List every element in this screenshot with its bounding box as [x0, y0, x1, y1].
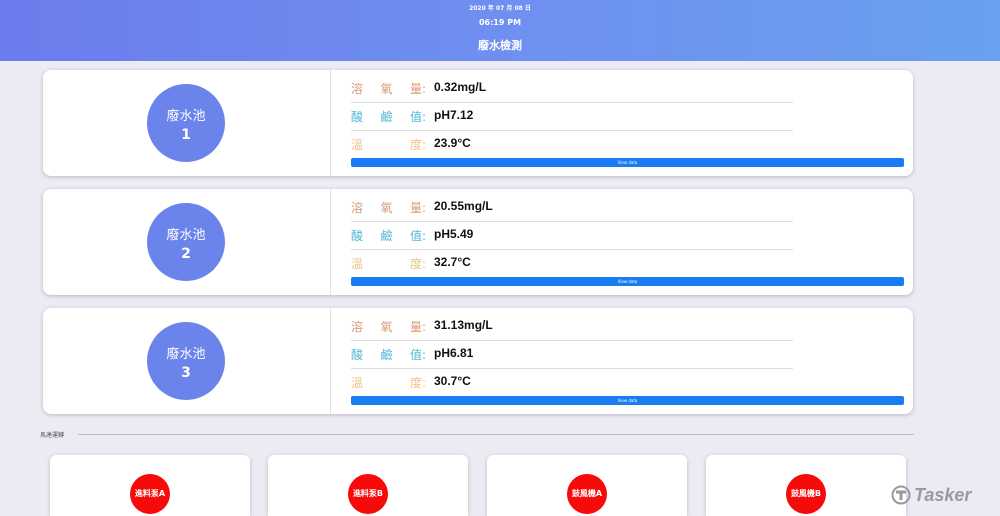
- page-title: 廢水檢測: [478, 39, 522, 52]
- dissolved-oxygen-label: 溶氧量:: [351, 82, 426, 96]
- temperature-value: 30.7°C: [434, 374, 471, 388]
- watermark-text: Tasker: [914, 484, 972, 505]
- dissolved-oxygen-value: 20.55mg/L: [434, 199, 493, 213]
- ph-row: 酸鹼值: pH5.49: [351, 221, 793, 250]
- ph-label: 酸鹼值:: [351, 229, 426, 243]
- header-date: 2020 年 07 月 08 日: [469, 5, 531, 12]
- dissolved-oxygen-value: 31.13mg/L: [434, 318, 493, 332]
- pond-badge[interactable]: 廢水池 1: [147, 84, 225, 162]
- dissolved-oxygen-value: 0.32mg/L: [434, 80, 487, 94]
- temperature-value: 23.9°C: [434, 136, 471, 150]
- pond-name: 廢水池: [166, 109, 206, 124]
- device-toggle-button[interactable]: 進料泵A: [130, 474, 170, 514]
- temperature-label: 溫度:: [351, 138, 426, 152]
- tasker-logo-icon: [891, 485, 911, 505]
- temperature-value: 32.7°C: [434, 255, 471, 269]
- pond-badge[interactable]: 廢水池 3: [147, 322, 225, 400]
- device-card-blower-b: 鼓風機B: [706, 455, 906, 516]
- dissolved-oxygen-label: 溶氧量:: [351, 201, 426, 215]
- pond-number: 1: [181, 127, 191, 143]
- header-time: 06:19 PM: [478, 18, 522, 27]
- dissolved-oxygen-row: 溶氧量: 20.55mg/L: [351, 193, 793, 222]
- pond-identity-panel: 廢水池 2: [43, 189, 331, 295]
- pond-name: 廢水池: [166, 347, 206, 362]
- pond-card-2: 廢水池 2 溶氧量: 20.55mg/L 酸鹼值: pH5.49 溫度: 32.…: [43, 189, 913, 295]
- dissolved-oxygen-row: 溶氧量: 31.13mg/L: [351, 312, 793, 341]
- app-header: 2020 年 07 月 08 日 06:19 PM 廢水檢測: [0, 0, 1000, 61]
- ph-row: 酸鹼值: pH7.12: [351, 102, 793, 131]
- temperature-row: 溫度: 30.7°C: [351, 368, 793, 396]
- temperature-label: 溫度:: [351, 257, 426, 271]
- pond-card-1: 廢水池 1 溶氧量: 0.32mg/L 酸鹼值: pH7.12 溫度: 23.9…: [43, 70, 913, 176]
- ph-label: 酸鹼值:: [351, 110, 426, 124]
- device-toggle-button[interactable]: 鼓風機A: [567, 474, 607, 514]
- pond-name: 廢水池: [166, 228, 206, 243]
- view-data-button[interactable]: View data: [351, 396, 904, 405]
- device-card-blower-a: 鼓風機A: [487, 455, 687, 516]
- device-card-feed-pump-a: 進料泵A: [50, 455, 250, 516]
- temperature-row: 溫度: 32.7°C: [351, 249, 793, 277]
- dissolved-oxygen-label: 溶氧量:: [351, 320, 426, 334]
- pond-number: 3: [181, 365, 191, 381]
- section-title-motor-control: 馬達運轉: [40, 432, 65, 439]
- ph-row: 酸鹼值: pH6.81: [351, 340, 793, 369]
- ph-value: pH7.12: [434, 108, 474, 122]
- view-data-button[interactable]: View data: [351, 158, 904, 167]
- watermark: Tasker: [891, 484, 971, 506]
- device-toggle-button[interactable]: 鼓風機B: [786, 474, 826, 514]
- section-divider: [78, 434, 914, 435]
- temperature-row: 溫度: 23.9°C: [351, 130, 793, 158]
- view-data-button[interactable]: View data: [351, 277, 904, 286]
- device-toggle-button[interactable]: 進料泵B: [348, 474, 388, 514]
- device-card-feed-pump-b: 進料泵B: [268, 455, 468, 516]
- ph-value: pH5.49: [434, 227, 474, 241]
- dissolved-oxygen-row: 溶氧量: 0.32mg/L: [351, 74, 793, 103]
- pond-badge[interactable]: 廢水池 2: [147, 203, 225, 281]
- pond-number: 2: [181, 246, 191, 262]
- ph-label: 酸鹼值:: [351, 348, 426, 362]
- temperature-label: 溫度:: [351, 376, 426, 390]
- pond-identity-panel: 廢水池 3: [43, 308, 331, 414]
- pond-card-3: 廢水池 3 溶氧量: 31.13mg/L 酸鹼值: pH6.81 溫度: 30.…: [43, 308, 913, 414]
- ph-value: pH6.81: [434, 346, 474, 360]
- pond-identity-panel: 廢水池 1: [43, 70, 331, 176]
